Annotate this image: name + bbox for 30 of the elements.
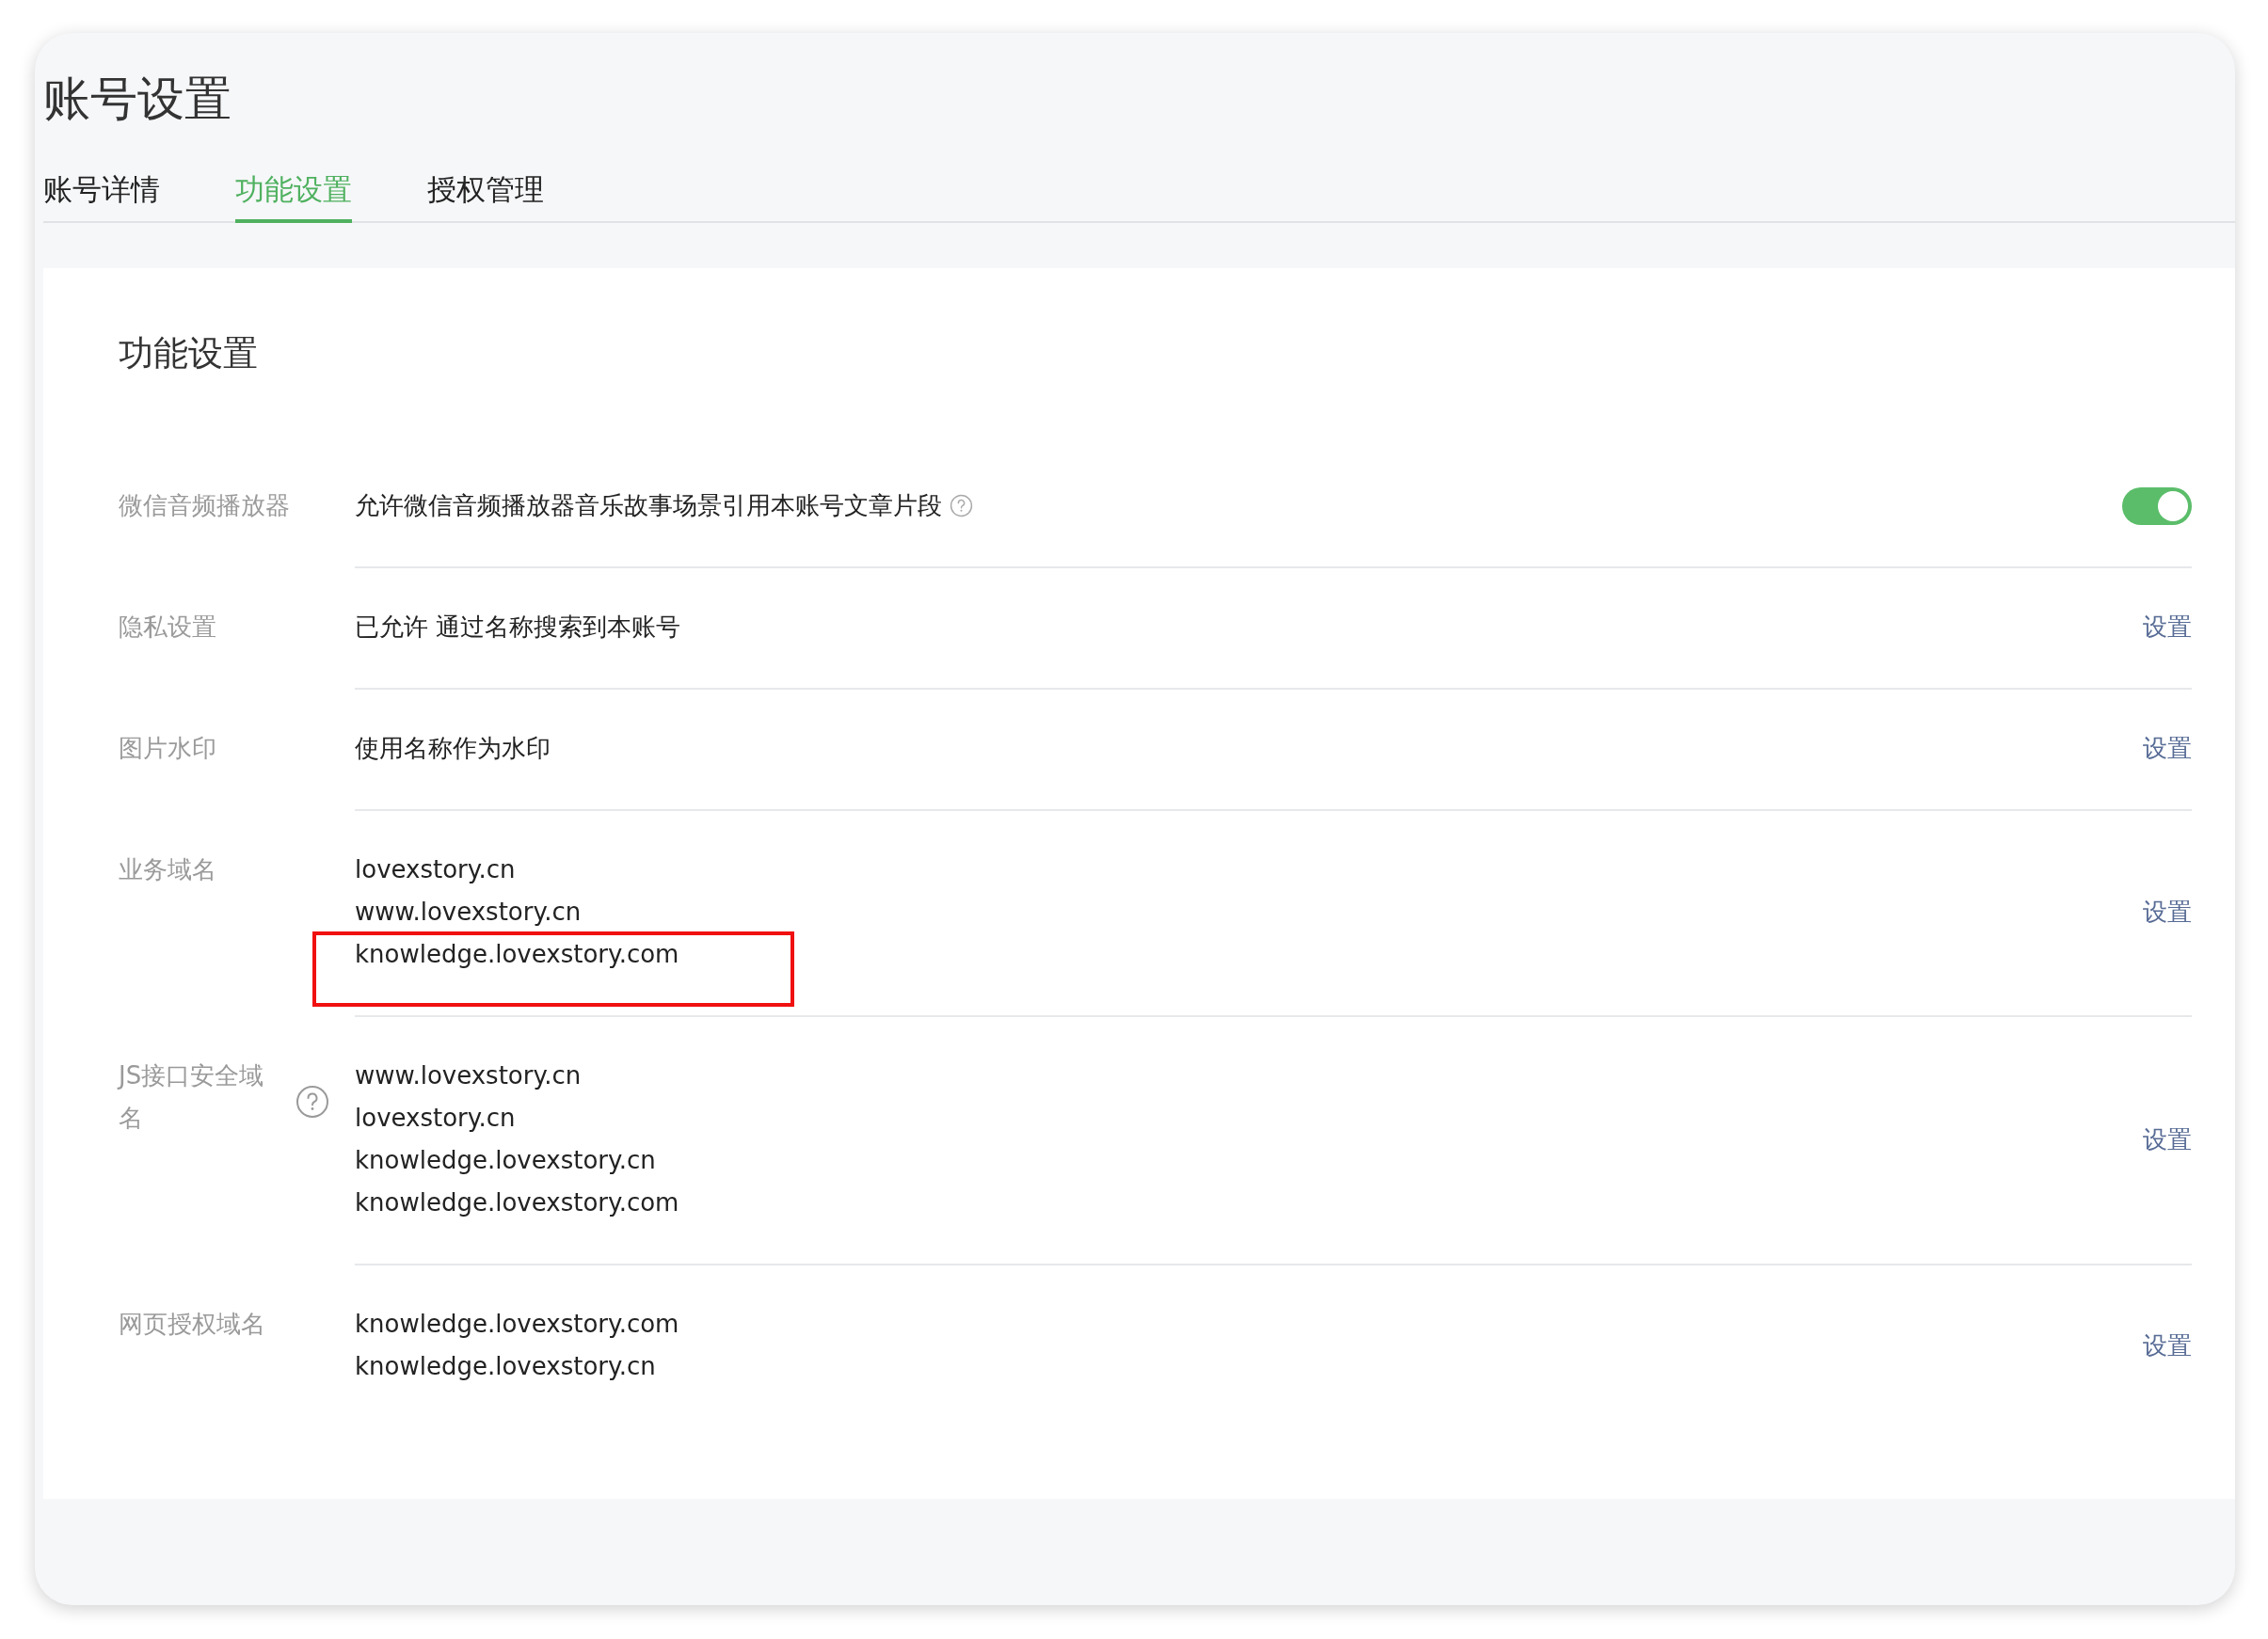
setting-label: 微信音频播放器 [119, 490, 290, 521]
settings-link[interactable]: 设置 [2143, 1329, 2192, 1362]
tab[interactable]: 授权管理 [427, 170, 544, 223]
settings-link[interactable]: 设置 [2143, 732, 2192, 765]
help-icon[interactable] [295, 1085, 329, 1119]
setting-label: 网页授权域名 [119, 1309, 265, 1340]
setting-label: JS接口安全域名 [119, 1060, 265, 1134]
settings-link[interactable]: 设置 [2143, 611, 2192, 644]
setting-value: 已允许 通过名称搜索到本账号 [355, 612, 681, 643]
setting-label: 图片水印 [119, 733, 216, 764]
settings-link[interactable]: 设置 [2143, 1122, 2192, 1156]
setting-value: knowledge.lovexstory.com [355, 939, 679, 970]
tab[interactable]: 账号详情 [43, 170, 160, 223]
setting-value: lovexstory.cn [355, 854, 516, 885]
setting-value: knowledge.lovexstory.cn [355, 1351, 656, 1382]
setting-value: knowledge.lovexstory.cn [355, 1145, 656, 1176]
setting-value: www.lovexstory.cn [355, 1060, 582, 1091]
setting-value: 使用名称作为水印 [355, 733, 551, 764]
setting-value: knowledge.lovexstory.com [355, 1187, 679, 1218]
settings-link[interactable]: 设置 [2143, 896, 2192, 929]
setting-label: 隐私设置 [119, 612, 216, 643]
setting-value: 允许微信音频播放器音乐故事场景引用本账号文章片段 [355, 490, 942, 521]
page-title: 账号设置 [43, 71, 232, 128]
setting-label: 业务域名 [119, 854, 216, 885]
setting-value: lovexstory.cn [355, 1103, 516, 1134]
help-icon[interactable] [950, 494, 973, 517]
section-title: 功能设置 [119, 332, 259, 375]
setting-value: www.lovexstory.cn [355, 897, 582, 928]
setting-value: knowledge.lovexstory.com [355, 1309, 679, 1340]
toggle-switch[interactable] [2122, 486, 2192, 525]
